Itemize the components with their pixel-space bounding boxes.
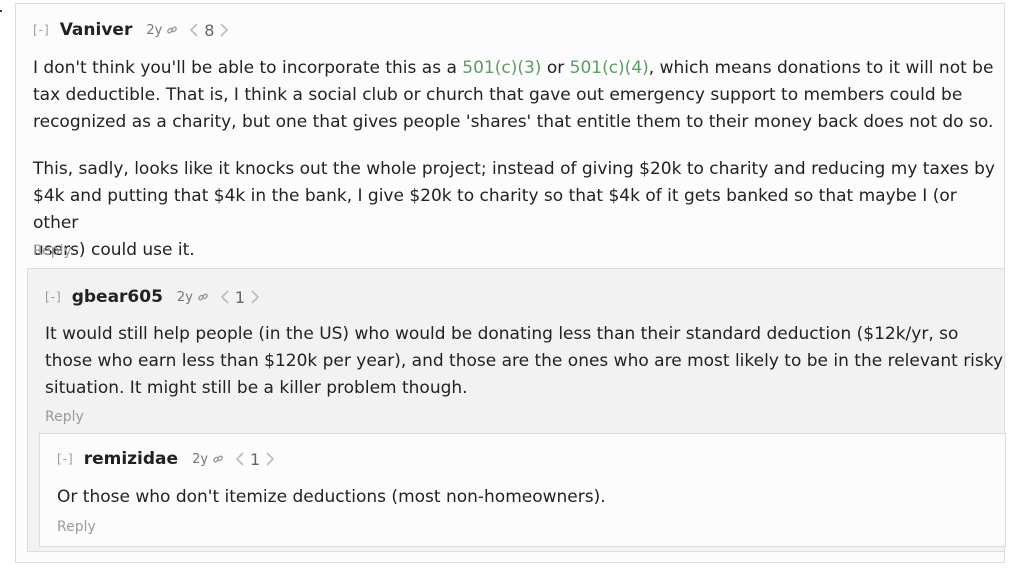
comment-vaniver: [-] Vaniver 2y 8 I don't think you'll be… <box>15 3 1006 563</box>
karma-score: 8 <box>204 20 215 40</box>
comment-author[interactable]: remizidae <box>84 449 178 469</box>
karma-score: 1 <box>250 449 261 469</box>
text-span: tax deductible. That is, I think a socia… <box>33 85 963 105</box>
reply-link[interactable]: Reply <box>45 409 84 425</box>
comment-paragraph: Or those who don't itemize deductions (m… <box>57 484 606 511</box>
comment-meta: [-] gbear605 2y 1 <box>45 286 261 308</box>
comment-author[interactable]: Vaniver <box>60 20 133 40</box>
text-span: It would still help people (in the US) w… <box>45 324 959 344</box>
link-501c4[interactable]: 501(c)(4) <box>570 58 649 78</box>
comment-age[interactable]: 2y <box>177 290 193 305</box>
permalink-icon[interactable] <box>166 24 178 36</box>
comment-meta: [-] Vaniver 2y 8 <box>33 19 230 41</box>
vote-up-icon[interactable] <box>249 289 261 305</box>
collapse-toggle[interactable]: [-] <box>33 23 50 37</box>
vote-down-icon[interactable] <box>234 451 246 467</box>
permalink-icon[interactable] <box>197 291 209 303</box>
vote-down-icon[interactable] <box>219 289 231 305</box>
text-span: situation. It might still be a killer pr… <box>45 378 468 398</box>
text-span: those who earn less than $120k per year)… <box>45 351 1004 371</box>
text-span: $4k and putting that $4k in the bank, I … <box>33 186 957 233</box>
comment-paragraph: This, sadly, looks like it knocks out th… <box>33 156 1004 264</box>
reply-link[interactable]: Reply <box>57 519 96 535</box>
text-span: or <box>541 58 570 78</box>
comment-author[interactable]: gbear605 <box>72 287 163 307</box>
comment-gbear605: [-] gbear605 2y 1 It would still help pe… <box>27 268 1006 552</box>
comment-paragraph: I don't think you'll be able to incorpor… <box>33 55 1004 136</box>
reply-link[interactable]: Reply <box>33 243 72 259</box>
text-span: Or those who don't itemize deductions (m… <box>57 487 606 507</box>
collapse-toggle[interactable]: [-] <box>57 452 74 466</box>
comment-age[interactable]: 2y <box>146 23 162 38</box>
permalink-icon[interactable] <box>212 453 224 465</box>
text-span: recognized as a charity, but one that gi… <box>33 112 994 132</box>
comment-body: I don't think you'll be able to incorpor… <box>33 55 1004 264</box>
karma-score: 1 <box>234 287 246 307</box>
comment-meta: [-] remizidae 2y 1 <box>57 448 276 470</box>
vote-up-icon[interactable] <box>264 451 276 467</box>
collapse-toggle[interactable]: [-] <box>45 290 62 304</box>
text-span: This, sadly, looks like it knocks out th… <box>33 159 995 179</box>
comment-remizidae: [-] remizidae 2y 1 Or those who don't it… <box>39 433 1006 547</box>
window-edge-mark <box>0 10 2 12</box>
text-span: , which means donations to it will not b… <box>648 58 994 78</box>
vote-down-icon[interactable] <box>188 22 200 38</box>
comment-paragraph: It would still help people (in the US) w… <box>45 321 1003 402</box>
comment-body: It would still help people (in the US) w… <box>45 321 1003 402</box>
comment-age[interactable]: 2y <box>192 452 208 467</box>
comment-body: Or those who don't itemize deductions (m… <box>57 484 606 511</box>
link-501c3[interactable]: 501(c)(3) <box>462 58 541 78</box>
vote-up-icon[interactable] <box>218 22 230 38</box>
text-span: I don't think you'll be able to incorpor… <box>33 58 463 78</box>
